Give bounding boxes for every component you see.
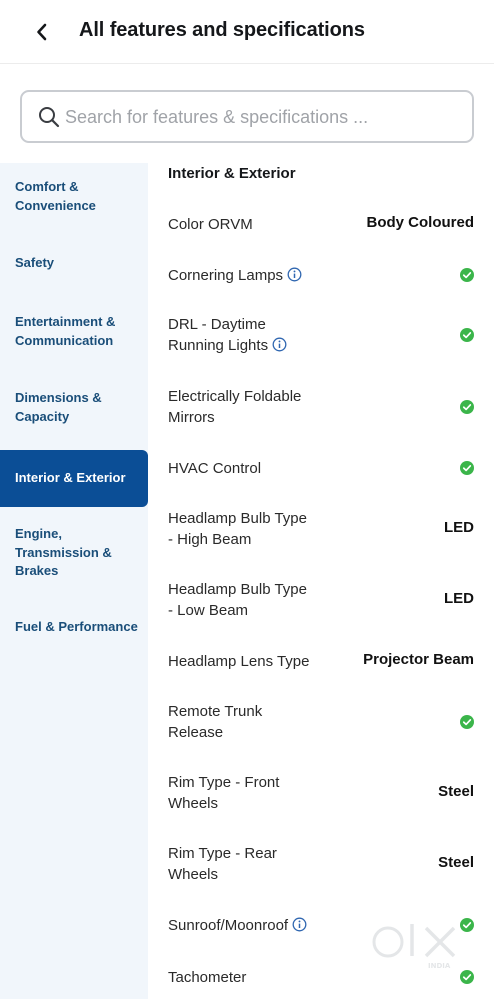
check-icon [460,268,474,282]
spec-label-line: Tachometer [168,967,246,988]
spec-label-line: Headlamp Bulb Type [168,508,307,529]
top-bar: All features and specifications [0,0,494,64]
check-icon [460,400,474,414]
sidebar-item-dimensions-and-capacity[interactable]: Dimensions & Capacity [0,389,148,426]
spec-label-line: Release [168,722,262,743]
section-title: Interior & Exterior [168,165,296,182]
spec-label-line: - High Beam [168,529,307,550]
spec-label-text: Remote Trunk [168,703,263,720]
sidebar-item-engine-transmission-and-brakes[interactable]: Engine, Transmission & Brakes [0,525,148,581]
spec-label-line: - Low Beam [168,600,307,621]
spec-value: Steel [438,854,474,871]
spec-label-text: Cornering Lamps [168,266,284,284]
spec-label-line: Remote Trunk [168,701,262,722]
spec-label: DRL - Daytime Running Lights [168,314,287,356]
check-icon [460,328,474,342]
check-icon [460,970,474,984]
spec-label-line: Mirrors [168,407,301,428]
spec-label-text: Running Lights [168,337,269,354]
spec-label-text: DRL - Daytime [168,316,266,333]
sidebar-item-safety[interactable]: Safety [0,254,148,273]
spec-label-text: - High Beam [168,531,252,548]
search-icon [39,107,60,128]
spec-label-line: Electrically Foldable [168,386,301,407]
search-input[interactable]: Search for features & specifications ... [65,107,368,128]
spec-label-text: Rim Type - Rear [168,845,277,862]
spec-label-text: Tachometer [168,968,247,986]
spec-label-text: Wheels [168,866,219,883]
spec-label-line: Wheels [168,864,277,885]
sidebar-item-label: Brakes [15,563,59,578]
spec-label-text: Electrically Foldable [168,388,302,405]
sidebar-item-label: Fuel & Performance [15,619,138,634]
spec-label-text: - Low Beam [168,602,249,619]
spec-label-line: DRL - Daytime [168,314,287,335]
spec-label: Electrically Foldable Mirrors [168,386,301,428]
spec-value: Projector Beam [363,651,474,668]
sidebar-item-label: Dimensions & [15,390,102,405]
sidebar-item-label: Transmission & [15,544,112,560]
sidebar-item-label: Comfort & [15,179,79,194]
back-button[interactable] [26,16,58,48]
sidebar-item-label: Communication [15,332,114,348]
sidebar-item-label: Interior & Exterior [15,470,126,486]
spec-label-text: Headlamp Bulb Type [168,581,307,598]
sidebar-item-label: Entertainment & [15,314,116,329]
spec-label-line: Running Lights [168,335,287,356]
sidebar-item-interior-and-exterior[interactable]: Interior & Exterior [0,450,148,507]
info-icon[interactable] [272,337,287,352]
info-icon[interactable] [292,917,307,932]
spec-value: Steel [438,783,474,800]
spec-label-line: Headlamp Lens Type [168,651,309,672]
spec-label: Color ORVM [168,214,253,235]
spec-list: Interior & Exterior Color ORVM Body Colou… [148,163,494,999]
sidebar-item-label: Engine, [15,526,62,541]
spec-label-line: Headlamp Bulb Type [168,579,307,600]
spec-label-line: HVAC Control [168,458,261,479]
spec-label-line: Rim Type - Rear [168,843,277,864]
spec-label: Sunroof/Moonroof [168,915,307,936]
sidebar-item-fuel-and-performance[interactable]: Fuel & Performance [0,618,148,637]
spec-label: Tachometer [168,967,246,988]
info-icon[interactable] [287,267,302,282]
spec-label: HVAC Control [168,458,261,479]
spec-label-text: HVAC Control [168,459,262,477]
spec-value: LED [444,590,474,607]
spec-value: LED [444,519,474,536]
spec-value: Body Coloured [366,214,475,231]
spec-label: Remote Trunk Release [168,701,262,743]
chevron-left-icon [37,23,47,41]
spec-label: Headlamp Bulb Type - Low Beam [168,579,307,621]
spec-label-text: Headlamp Lens Type [168,652,310,670]
check-icon [460,461,474,475]
spec-label: Rim Type - Front Wheels [168,772,279,814]
spec-label: Rim Type - Rear Wheels [168,843,277,885]
spec-label-text: Rim Type - Front [168,774,280,791]
spec-label-text: Headlamp Bulb Type [168,510,307,527]
search-field[interactable]: Search for features & specifications ... [20,90,474,143]
sidebar-item-label: Capacity [15,408,70,424]
spec-label-line: Rim Type - Front [168,772,279,793]
svg-text:INDIA: INDIA [428,962,451,970]
sidebar-item-entertainment-and-communication[interactable]: Entertainment & Communication [0,313,148,350]
spec-label-text: Wheels [168,795,219,812]
spec-label: Headlamp Lens Type [168,651,309,672]
sidebar-item-label: Convenience [15,197,96,213]
spec-label-line: Sunroof/Moonroof [168,915,307,936]
category-sidebar: Comfort & Convenience Safety Entertainment … [0,163,148,999]
sidebar-item-label: Safety [15,255,55,270]
spec-label-line: Wheels [168,793,279,814]
spec-label-line: Cornering Lamps [168,265,302,286]
sidebar-item-comfort-and-convenience[interactable]: Comfort & Convenience [0,178,148,215]
spec-label-text: Color ORVM [168,215,253,233]
spec-label-line: Color ORVM [168,214,253,235]
spec-label-text: Sunroof/Moonroof [168,916,289,934]
spec-label: Headlamp Bulb Type - High Beam [168,508,307,550]
check-icon [460,715,474,729]
spec-label: Cornering Lamps [168,265,302,286]
page-title: All features and specifications [79,19,365,41]
spec-label-text: Mirrors [168,409,215,426]
spec-label-text: Release [168,724,224,741]
olx-watermark-logo: INDIA [372,924,456,970]
